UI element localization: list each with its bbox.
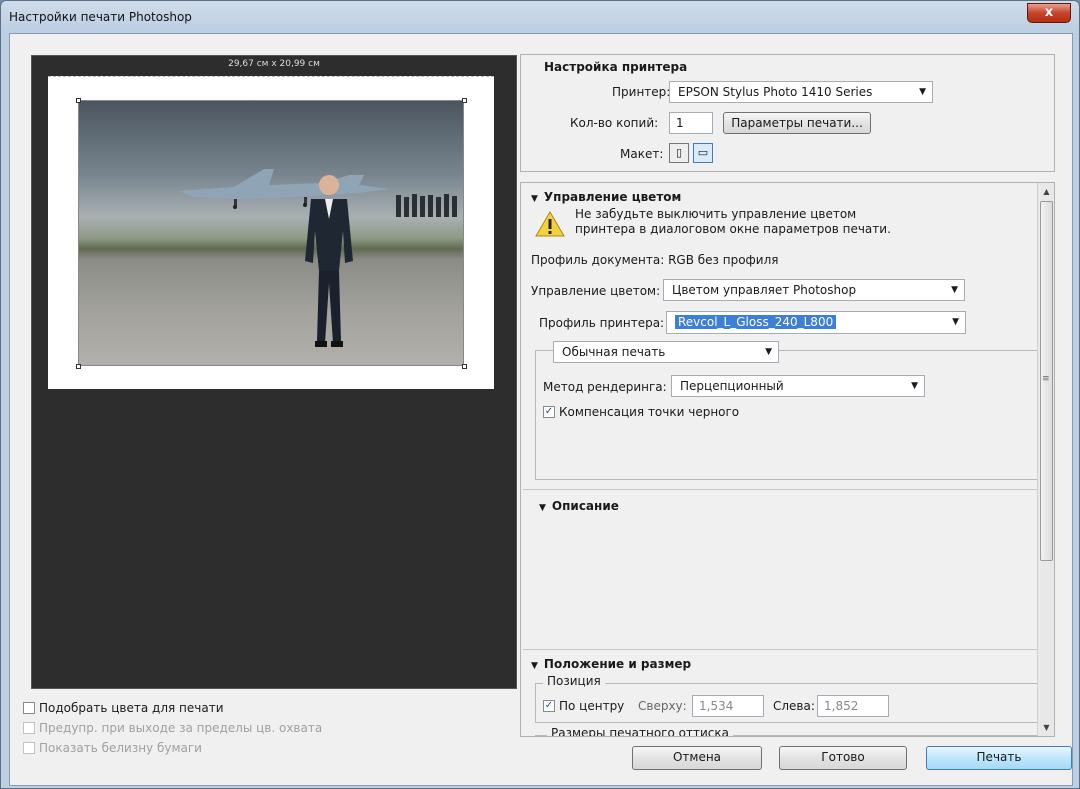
chevron-down-icon: ▼ [952,317,959,327]
top-input[interactable]: 1,534 [692,695,764,717]
close-button[interactable]: x [1027,3,1071,23]
dialog-client: 29,67 см x 20,99 см Подобрать цвета для … [9,33,1073,786]
center-image-checkbox[interactable]: ✓ [543,700,555,712]
gamut-warning-label: Предупр. при выходе за пределы цв. охват… [39,721,323,735]
color-management-heading: Управление цветом [543,190,682,204]
printer-profile-select[interactable]: Revcol_L_Gloss_240_L800 ▼ [666,311,966,334]
black-point-row[interactable]: ✓ Компенсация точки черного [543,402,739,422]
collapse-triangle-icon: ▼ [531,661,538,671]
done-button[interactable]: Готово [779,746,907,770]
grip-icon: ≡ [1042,374,1050,384]
paper-sheet [48,76,494,389]
top-label: Сверху: [638,699,687,713]
match-print-colors-label: Подобрать цвета для печати [39,701,224,715]
printer-profile-value: Revcol_L_Gloss_240_L800 [675,315,837,329]
gamut-warning-checkbox[interactable] [23,722,35,734]
color-handling-value: Цветом управляет Photoshop [672,283,857,297]
warning-line-1: Не забудьте выключить управление цветом [575,207,857,221]
copies-label: Кол-во копий: [570,116,659,130]
black-point-checkbox[interactable]: ✓ [543,406,555,418]
position-caption: Позиция [543,674,605,688]
warning-icon [535,211,565,237]
chevron-down-icon: ▼ [951,285,958,295]
gamut-warning-row[interactable]: Предупр. при выходе за пределы цв. охват… [23,718,322,738]
crowd-illustration [396,194,457,217]
paper-white-checkbox[interactable] [23,742,35,754]
corner-handle[interactable] [462,364,467,369]
collapse-triangle-icon: ▼ [539,503,546,513]
black-point-label: Компенсация точки черного [559,405,740,419]
print-preview: 29,67 см x 20,99 см [31,55,517,689]
print-settings-button[interactable]: Параметры печати... [723,112,871,134]
description-heading: Описание [551,499,619,513]
rendering-intent-select[interactable]: Перцепционный ▼ [671,375,925,397]
scroll-up-icon[interactable]: ▲ [1038,183,1054,200]
section-divider [523,489,1037,490]
corner-handle[interactable] [462,98,467,103]
rendering-intent-label: Метод рендеринга: [543,380,667,394]
match-print-colors-checkbox[interactable] [23,702,35,714]
chevron-down-icon: ▼ [919,87,926,97]
rendering-intent-value: Перцепционный [680,379,784,393]
print-settings-window: Настройки печати Photoshop x 29,67 см x … [0,0,1080,789]
color-management-label: Управление цветом: [531,284,661,298]
person-illustration [305,175,353,347]
copies-input[interactable]: 1 [669,112,713,134]
scroll-down-icon[interactable]: ▼ [1038,719,1054,736]
printer-label: Принтер: [612,85,671,99]
description-toggle[interactable]: ▼ Описание [539,499,619,513]
title-bar: Настройки печати Photoshop x [1,1,1079,33]
print-button[interactable]: Печать [926,746,1072,770]
color-management-toggle[interactable]: ▼ Управление цветом [531,190,681,204]
section-divider [523,649,1037,650]
paper-white-label: Показать белизну бумаги [39,741,202,755]
print-size-caption: Размеры печатного оттиска [547,726,733,736]
left-label: Слева: [773,699,815,713]
scrollbar-thumb[interactable]: ≡ [1040,201,1053,561]
cancel-button[interactable]: Отмена [632,746,762,770]
print-mode-select[interactable]: Обычная печать ▼ [553,341,779,363]
warning-line-2: принтера в диалоговом окне параметров пе… [575,222,891,236]
document-profile: Профиль документа: RGB без профиля [531,253,779,267]
settings-scroll-area[interactable]: ▼ Управление цветом Не забудьте выключить… [520,182,1055,737]
left-input[interactable]: 1,852 [817,695,889,717]
color-handling-select[interactable]: Цветом управляет Photoshop ▼ [663,279,965,301]
paper-dimensions: 29,67 см x 20,99 см [228,59,320,69]
window-title: Настройки печати Photoshop [9,10,192,24]
position-size-toggle[interactable]: ▼ Положение и размер [531,657,691,671]
preview-image[interactable] [78,100,464,366]
position-size-heading: Положение и размер [543,657,692,671]
printer-setup-section: Настройка принтера Принтер: EPSON Stylus… [520,54,1055,172]
paper-white-row[interactable]: Показать белизну бумаги [23,738,322,758]
portrait-layout-icon[interactable]: ▯ [669,143,689,163]
corner-handle[interactable] [76,364,81,369]
collapse-triangle-icon: ▼ [531,194,538,204]
layout-label: Макет: [620,147,664,161]
vertical-scrollbar[interactable]: ▲ ≡ ▼ [1037,183,1054,736]
landscape-layout-icon[interactable]: ▭ [693,143,713,163]
print-mode-value: Обычная печать [562,345,666,359]
printer-profile-label: Профиль принтера: [539,316,665,330]
printer-select[interactable]: EPSON Stylus Photo 1410 Series ▼ [669,81,933,103]
preview-options: Подобрать цвета для печати Предупр. при … [23,698,322,758]
printer-setup-heading: Настройка принтера [544,60,688,74]
chevron-down-icon: ▼ [911,381,918,391]
corner-handle[interactable] [76,98,81,103]
match-print-colors-row[interactable]: Подобрать цвета для печати [23,698,322,718]
center-image-label: По центру [559,699,625,713]
chevron-down-icon: ▼ [765,347,772,357]
center-image-row[interactable]: ✓ По центру [543,696,624,716]
printer-select-value: EPSON Stylus Photo 1410 Series [678,85,873,99]
